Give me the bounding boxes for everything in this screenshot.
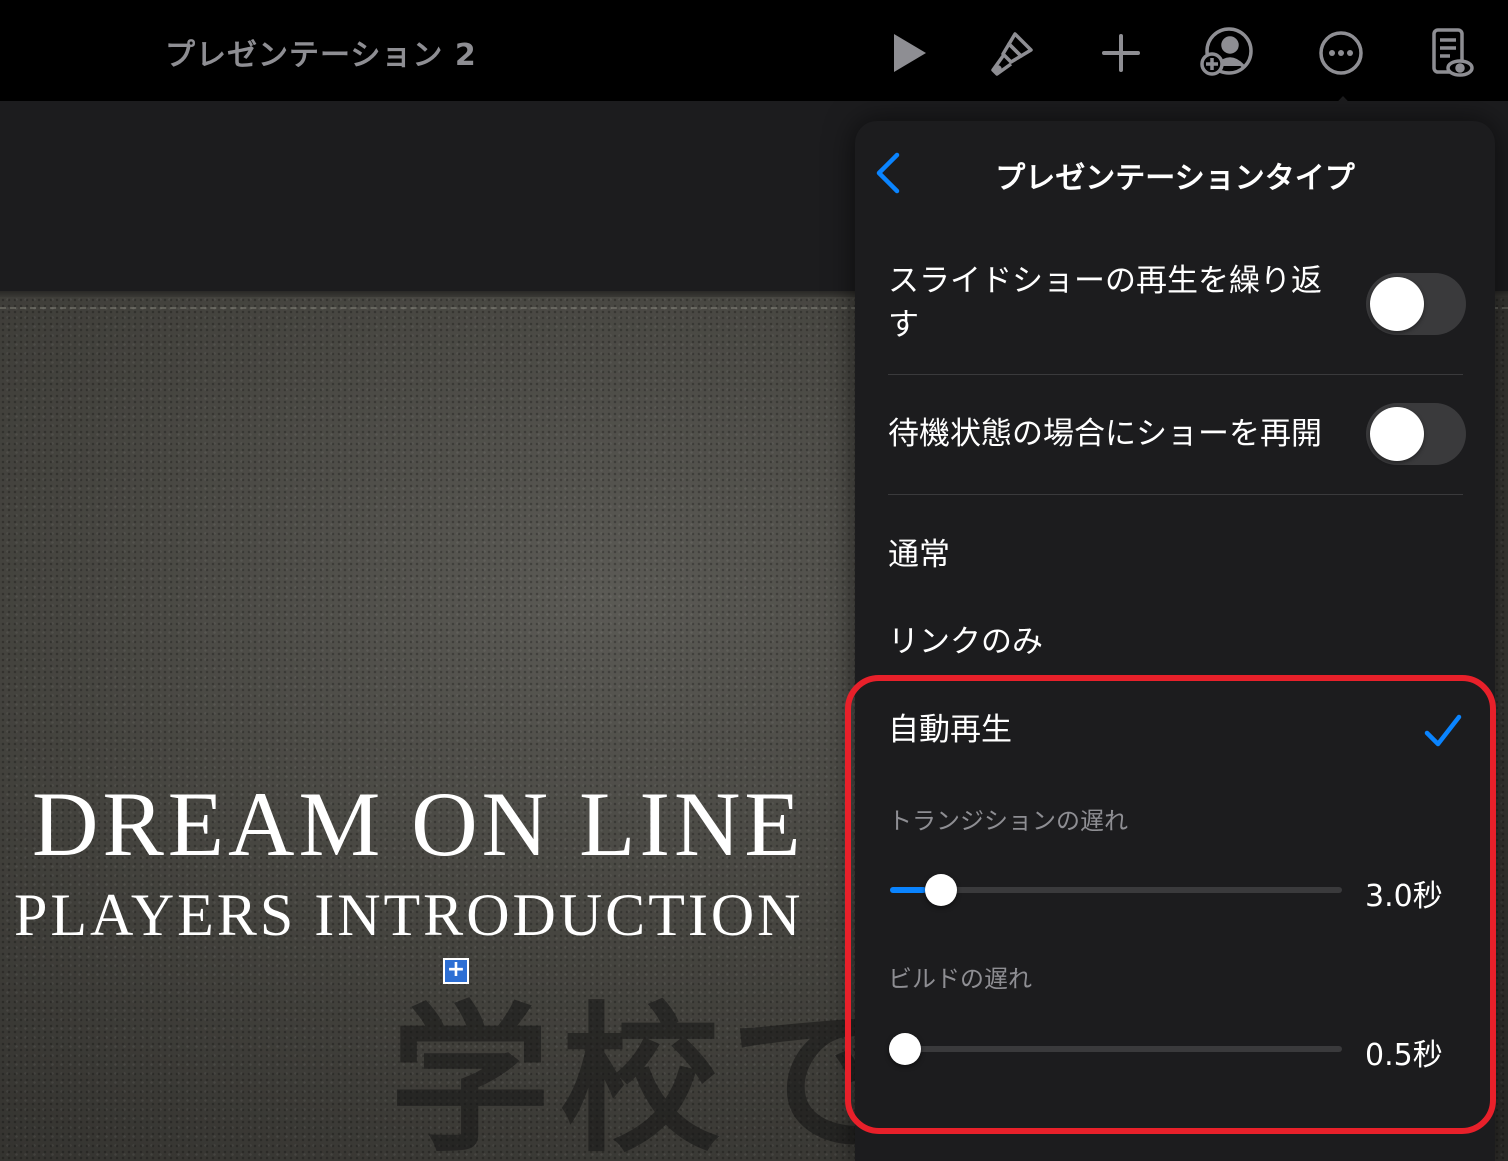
toggle-knob xyxy=(1370,277,1424,331)
transition-delay-value: 3.0秒 xyxy=(1365,879,1443,914)
divider xyxy=(888,374,1463,375)
restart-idle-label: 待機状態の場合にショーを再開 xyxy=(888,416,1322,452)
slide-title[interactable]: DREAM ON LINE xyxy=(32,771,805,877)
slider-thumb[interactable] xyxy=(925,874,958,906)
slider-thumb[interactable] xyxy=(889,1033,921,1065)
popover-arrow xyxy=(1318,96,1368,122)
option-normal[interactable]: 通常 xyxy=(888,533,950,577)
more-icon[interactable] xyxy=(1314,26,1368,80)
plus-icon[interactable] xyxy=(1094,26,1148,80)
divider xyxy=(888,494,1463,495)
loop-slideshow-toggle[interactable] xyxy=(1366,273,1466,335)
slider-fill xyxy=(890,887,927,893)
checkmark-icon xyxy=(1423,711,1463,751)
play-icon[interactable] xyxy=(882,26,936,80)
build-delay-value: 0.5秒 xyxy=(1365,1038,1443,1073)
build-delay-label: ビルドの遅れ xyxy=(888,965,1032,993)
option-links-only[interactable]: リンクのみ xyxy=(888,620,1043,664)
option-self-playing[interactable]: 自動再生 xyxy=(888,708,1012,752)
presenter-notes-icon[interactable] xyxy=(1424,26,1478,80)
slide-subtitle[interactable]: PLAYERS INTRODUCTION xyxy=(14,881,804,950)
restart-idle-toggle[interactable] xyxy=(1366,403,1466,465)
add-item-handle[interactable]: + xyxy=(443,958,469,984)
loop-slideshow-label: スライドショーの再生を繰り返す xyxy=(888,263,1322,343)
presentation-type-popover: プレゼンテーションタイプ スライドショーの再生を繰り返す 待機状態の場合にショー… xyxy=(855,121,1495,1161)
transition-delay-label: トランジションの遅れ xyxy=(888,807,1128,835)
toolbar: プレゼンテーション 2 xyxy=(0,0,1508,101)
brush-icon[interactable] xyxy=(985,26,1039,80)
transition-delay-slider[interactable] xyxy=(890,874,1342,906)
toggle-knob xyxy=(1370,407,1424,461)
build-delay-slider[interactable] xyxy=(889,1033,1342,1065)
popover-title: プレゼンテーションタイプ xyxy=(995,161,1355,196)
document-title[interactable]: プレゼンテーション 2 xyxy=(165,30,477,74)
collaborate-icon[interactable] xyxy=(1200,26,1254,80)
